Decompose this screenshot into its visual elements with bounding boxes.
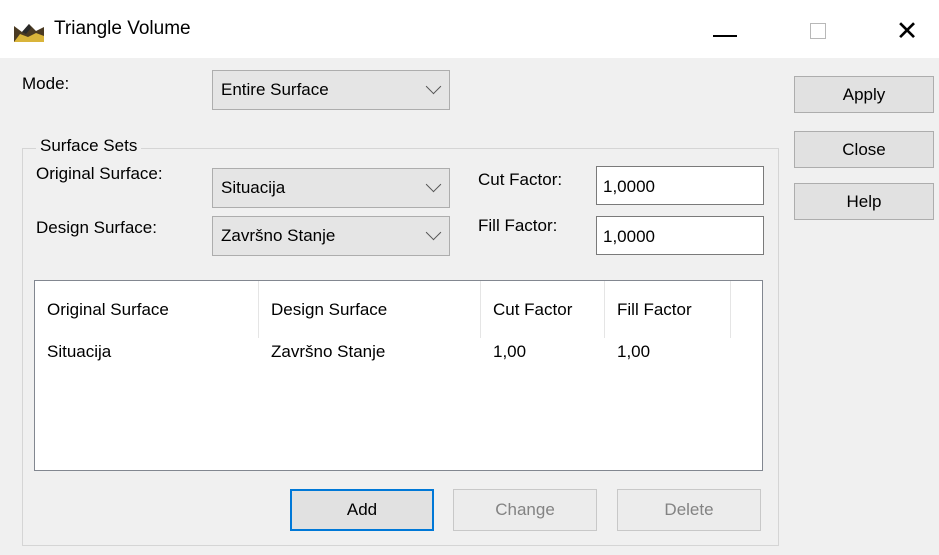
mode-dropdown-value: Entire Surface bbox=[221, 80, 329, 99]
design-surface-dropdown[interactable]: Završno Stanje bbox=[212, 216, 450, 256]
cut-factor-label: Cut Factor: bbox=[478, 170, 563, 189]
maximize-button[interactable] bbox=[793, 14, 843, 48]
original-surface-value: Situacija bbox=[221, 178, 286, 197]
add-button[interactable]: Add bbox=[290, 489, 434, 531]
surface-terrain-icon bbox=[14, 24, 44, 42]
original-surface-dropdown[interactable]: Situacija bbox=[212, 168, 450, 208]
mode-dropdown[interactable]: Entire Surface bbox=[212, 70, 450, 110]
column-header-design-surface[interactable]: Design Surface bbox=[259, 281, 481, 338]
change-button[interactable]: Change bbox=[453, 489, 597, 531]
chevron-down-icon bbox=[425, 78, 442, 95]
chevron-down-icon bbox=[425, 176, 442, 193]
cell-cut-factor: 1,00 bbox=[493, 342, 527, 361]
design-surface-label: Design Surface: bbox=[36, 218, 157, 237]
apply-button[interactable]: Apply bbox=[794, 76, 934, 113]
original-surface-label: Original Surface: bbox=[36, 164, 163, 183]
close-window-button[interactable]: ✕ bbox=[882, 14, 932, 48]
surface-sets-legend: Surface Sets bbox=[36, 136, 142, 156]
close-button[interactable]: Close bbox=[794, 131, 934, 168]
column-header-original-surface[interactable]: Original Surface bbox=[35, 281, 259, 338]
minimize-icon bbox=[713, 35, 737, 37]
fill-factor-label: Fill Factor: bbox=[478, 216, 558, 235]
mode-label: Mode: bbox=[22, 74, 70, 93]
window-title: Triangle Volume bbox=[54, 18, 191, 39]
cut-factor-input[interactable]: 1,0000 bbox=[596, 166, 764, 205]
cell-original-surface: Situacija bbox=[47, 342, 112, 361]
minimize-button[interactable] bbox=[700, 14, 750, 48]
close-icon: ✕ bbox=[895, 15, 919, 46]
maximize-icon bbox=[810, 23, 826, 39]
delete-button[interactable]: Delete bbox=[617, 489, 761, 531]
column-header-cut-factor[interactable]: Cut Factor bbox=[481, 281, 605, 338]
column-header-fill-factor[interactable]: Fill Factor bbox=[605, 281, 731, 338]
surface-sets-list[interactable]: Original Surface Design Surface Cut Fact… bbox=[34, 280, 763, 471]
cell-fill-factor: 1,00 bbox=[617, 342, 651, 361]
design-surface-value: Završno Stanje bbox=[221, 226, 336, 245]
chevron-down-icon bbox=[425, 224, 442, 241]
fill-factor-input[interactable]: 1,0000 bbox=[596, 216, 764, 255]
help-button[interactable]: Help bbox=[794, 183, 934, 220]
cell-design-surface: Završno Stanje bbox=[271, 342, 386, 361]
